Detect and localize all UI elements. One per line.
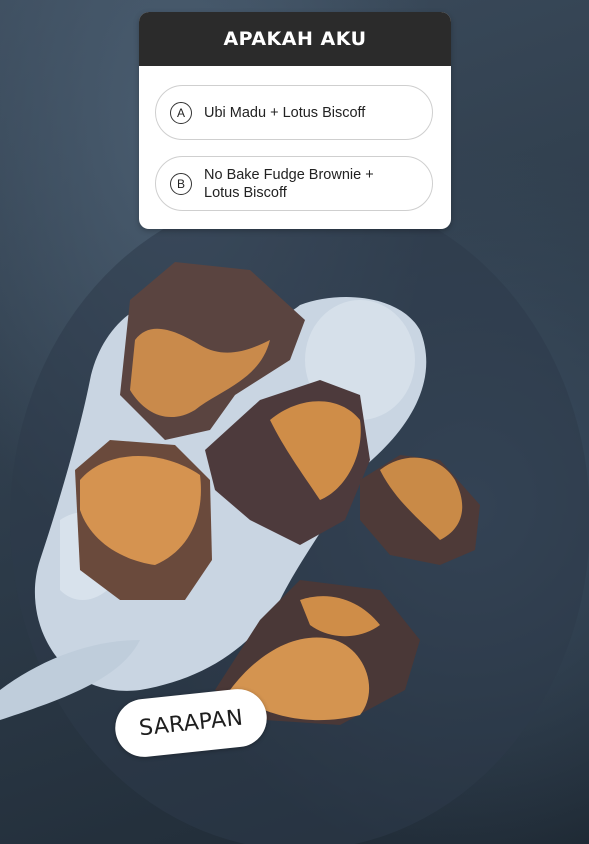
option-a-label: Ubi Madu + Lotus Biscoff xyxy=(204,104,366,121)
option-b-letter: B xyxy=(170,172,192,195)
poll-option-a[interactable]: A Ubi Madu + Lotus Biscoff xyxy=(155,85,433,140)
option-b-label-line2: Lotus Biscoff xyxy=(204,184,287,201)
poll-title: APAKAH AKU xyxy=(139,12,451,66)
option-a-letter: A xyxy=(170,101,192,124)
option-b-label-line1: No Bake Fudge Brownie + xyxy=(204,166,374,183)
poll-sticker: APAKAH AKU A Ubi Madu + Lotus Biscoff B … xyxy=(139,12,451,229)
poll-option-b[interactable]: B No Bake Fudge Brownie + Lotus Biscoff xyxy=(155,156,433,211)
option-b-label: No Bake Fudge Brownie + Lotus Biscoff xyxy=(204,166,374,202)
